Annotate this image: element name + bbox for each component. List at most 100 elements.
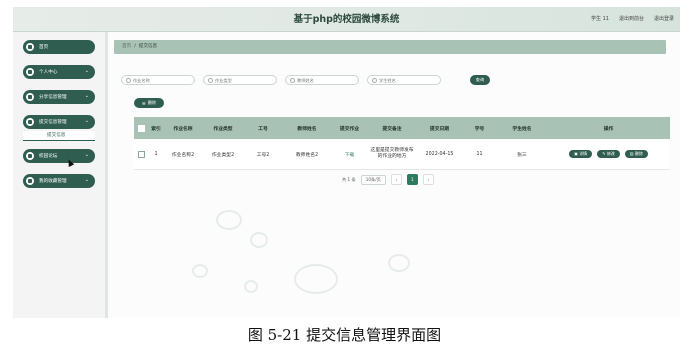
sidebar: 首页 个人中心 ⌄ 分享信息管理 ⌄ 提交信息管理 ⌄ 提交信息 校园论坛 ⌄ … [13, 32, 105, 318]
search-icon [372, 77, 377, 83]
detail-label: 详情 [579, 151, 588, 156]
water-drop-decoration [192, 264, 208, 278]
teacher-name-input[interactable] [297, 77, 355, 83]
header-index: 索引 [151, 126, 161, 132]
search-box-assignment-type[interactable] [203, 75, 277, 85]
header-actions: 操作 [603, 126, 614, 132]
user-label: 学生 11 [591, 16, 609, 22]
edit-button[interactable]: ✎ 修改 [597, 150, 620, 158]
detail-button[interactable]: ▣ 详情 [569, 150, 593, 158]
cell-submission-date: 2022-04-15 [425, 151, 454, 157]
batch-delete-button[interactable]: ☰ 删除 [134, 98, 164, 108]
breadcrumb: 首页 / 提交信息 [114, 40, 666, 54]
grid-icon [26, 118, 34, 126]
header-checkbox-cell [134, 124, 148, 132]
cell-assignment-name: 作业名称2 [171, 152, 195, 158]
search-box-assignment-name[interactable] [121, 75, 195, 85]
chevron-down-icon: ⌄ [84, 152, 89, 158]
figure-caption: 图 5-21 提交信息管理界面图 [247, 326, 442, 344]
next-page-button[interactable]: › [422, 174, 434, 185]
download-link[interactable]: 下载 [332, 151, 367, 158]
sidebar-item-home[interactable]: 首页 [23, 40, 95, 54]
home-icon [26, 43, 34, 51]
breadcrumb-home[interactable]: 首页 [122, 44, 131, 49]
top-links: 学生 11 退出到前台 退出登录 [591, 15, 674, 22]
header-job-number: 工号 [258, 126, 268, 132]
submission-table: 索引 作业名称 作业类型 工号 教师姓名 提交作业 提交备注 提交日期 学号 学… [134, 117, 670, 170]
cell-student-number: 11 [476, 151, 483, 157]
header-submission-note: 提交备注 [382, 126, 402, 132]
system-title: 基于php的校园微博系统 [293, 14, 400, 25]
sidebar-item-label: 提交信息管理 [39, 120, 67, 125]
row-checkbox-cell [134, 150, 148, 158]
chevron-down-icon: ⌄ [84, 118, 89, 124]
cell-teacher-name: 教师姓名2 [295, 152, 319, 158]
chevron-down-icon: ⌄ [84, 93, 89, 99]
search-row [121, 75, 441, 85]
screenshot-frame: 基于php的校园微博系统 学生 11 退出到前台 退出登录 首页 个人中心 ⌄ … [13, 7, 680, 318]
cell-assignment-type: 作业类型2 [211, 152, 235, 158]
edit-label: 修改 [606, 151, 615, 156]
select-all-checkbox[interactable] [137, 124, 145, 132]
cell-submission-note: 这里是提交教师发布的作业的地方 [370, 147, 414, 160]
sidebar-item-label: 分享信息管理 [39, 95, 67, 100]
breadcrumb-separator: / [134, 44, 136, 49]
grid-icon [26, 152, 34, 160]
sidebar-item-profile[interactable]: 个人中心 ⌄ [23, 65, 95, 79]
water-drop-decoration [216, 210, 242, 230]
sidebar-subitem-submission[interactable]: 提交信息 [23, 131, 95, 141]
search-box-teacher-name[interactable] [285, 75, 359, 85]
top-bar: 基于php的校园微博系统 学生 11 退出到前台 退出登录 [13, 7, 680, 32]
assignment-name-input[interactable] [133, 77, 191, 83]
sidebar-item-forum[interactable]: 校园论坛 ⌄ [23, 149, 95, 163]
search-icon [290, 77, 295, 83]
student-name-input[interactable] [379, 77, 437, 83]
search-icon [126, 77, 131, 83]
sidebar-item-favorites[interactable]: 我的收藏管理 ⌄ [23, 174, 95, 188]
assignment-type-input[interactable] [215, 77, 273, 83]
page-size-select[interactable]: 10条/页 [360, 174, 386, 185]
prev-page-button[interactable]: ‹ [390, 174, 402, 185]
row-checkbox[interactable] [137, 150, 145, 158]
user-icon [26, 68, 34, 76]
cell-actions: ▣ 详情 ✎ 修改 ▥ 删除 [547, 150, 670, 158]
header-student-number: 学号 [474, 126, 485, 132]
cell-index: 1 [154, 151, 158, 157]
sidebar-item-share-management[interactable]: 分享信息管理 ⌄ [23, 90, 95, 104]
water-drop-decoration [244, 280, 258, 293]
header-assignment-type: 作业类型 [213, 126, 233, 132]
grid-icon [26, 93, 34, 101]
chevron-down-icon: ⌄ [84, 68, 89, 74]
grid-icon [26, 177, 34, 185]
sidebar-item-label: 我的收藏管理 [39, 179, 67, 184]
query-button[interactable]: 查询 [470, 75, 490, 85]
delete-label: 删除 [634, 151, 643, 156]
table-row: 1 作业名称2 作业类型2 工号2 教师姓名2 下载 这里是提交教师发布的作业的… [134, 139, 670, 170]
breadcrumb-current: 提交信息 [138, 44, 158, 49]
table-header: 索引 作业名称 作业类型 工号 教师姓名 提交作业 提交备注 提交日期 学号 学… [134, 117, 670, 139]
search-box-student-name[interactable] [367, 75, 441, 85]
sidebar-item-submission-management[interactable]: 提交信息管理 ⌄ [23, 115, 95, 129]
main-content: 首页/提交信息 查询 ☰ 删除 [108, 32, 680, 318]
trash-icon: ☰ [141, 100, 146, 106]
batch-delete-label: 删除 [147, 100, 157, 105]
sidebar-item-label: 校园论坛 [39, 154, 58, 159]
delete-button[interactable]: ▥ 删除 [624, 150, 648, 158]
header-submission-date: 提交日期 [429, 126, 450, 132]
sidebar-item-label: 个人中心 [39, 70, 58, 75]
cell-job-number: 工号2 [256, 152, 270, 158]
water-drop-decoration [388, 254, 410, 272]
go-frontend-link[interactable]: 退出到前台 [619, 15, 644, 22]
sidebar-item-label: 首页 [39, 45, 49, 50]
pagination: 共 1 条 10条/页 ‹ 1 › [342, 174, 434, 185]
pagination-total: 共 1 条 [342, 176, 356, 182]
header-assignment-name: 作业名称 [173, 126, 193, 132]
water-drop-decoration [250, 232, 268, 248]
water-drop-decoration [294, 264, 338, 294]
cell-student-name: 张三 [517, 152, 527, 158]
header-submitted-file: 提交作业 [339, 126, 360, 132]
search-icon [208, 77, 213, 83]
current-page-button[interactable]: 1 [406, 174, 418, 185]
logout-link[interactable]: 退出登录 [654, 15, 674, 22]
header-student-name: 学生姓名 [512, 126, 532, 132]
